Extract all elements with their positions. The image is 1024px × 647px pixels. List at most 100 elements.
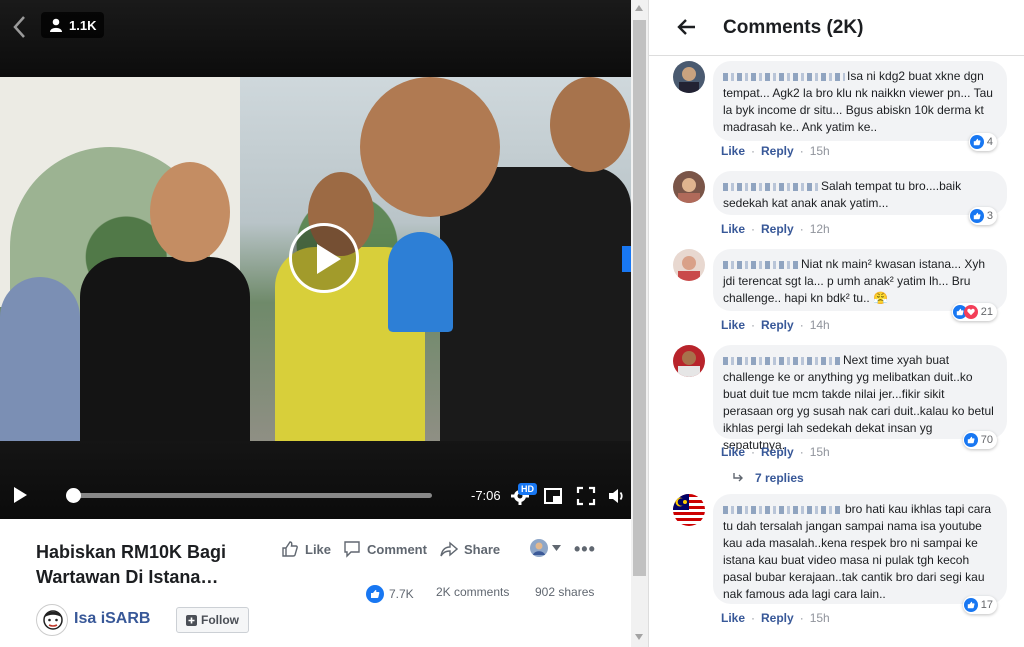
share-button[interactable]: Share [440,538,500,560]
video-person-left-head [150,162,230,262]
reaction-count: 70 [980,433,993,446]
scrollbar-thumb[interactable] [633,20,646,576]
comment-actions: Like · Reply · 15h [721,611,830,625]
comment-timestamp[interactable]: 15h [810,445,830,459]
video-person-right [440,167,631,441]
comments-header: Comments (2K) [649,0,1024,56]
comment-reactions[interactable]: 17 [962,596,997,614]
comment-like-link[interactable]: Like [721,222,745,236]
comment-timestamp[interactable]: 12h [810,222,830,236]
post-title: Habiskan RM10K Bagi Wartawan Di Istana… [36,542,227,587]
back-chevron-icon[interactable] [8,12,30,42]
comment-reply-link[interactable]: Reply [761,611,794,625]
video-person-left [80,257,250,441]
share-arrow-icon [440,541,458,557]
video-side-tab[interactable] [622,246,631,272]
hd-badge: HD [518,483,537,495]
progress-scrubber-handle[interactable] [66,488,81,503]
page-avatar[interactable] [36,604,68,636]
back-arrow-icon[interactable] [677,17,697,37]
progress-bar[interactable] [70,493,432,498]
comment-label: Comment [367,541,427,557]
follow-button[interactable]: Follow [176,607,249,633]
volume-icon[interactable] [607,486,627,506]
reaction-count: 4 [986,135,993,148]
live-viewer-count: 1.1K [41,12,105,38]
comment-timestamp[interactable]: 15h [810,611,830,625]
commenter-name-redacted[interactable] [723,72,845,81]
reaction-count[interactable]: 7.7K [366,585,414,603]
commenter-avatar[interactable] [673,345,705,377]
share-label: Share [464,541,501,557]
commenter-avatar[interactable] [673,249,705,281]
fullscreen-icon[interactable] [576,486,596,506]
reaction-count: 21 [980,305,993,318]
commenter-name-redacted[interactable] [723,182,819,191]
comment-like-link[interactable]: Like [721,318,745,332]
commenter-name-redacted[interactable] [723,260,799,269]
comment-bubble: Isa ni kdg2 buat xkne dgn tempat... Agk2… [713,61,1007,151]
like-reaction-icon [366,585,384,603]
comment-reactions[interactable]: 70 [962,431,997,449]
comment-text: Next time xyah buat challenge ke or anyt… [723,353,994,452]
play-overlay-button[interactable] [289,223,359,293]
comment-bubble: Niat nk main² kwasan istana... Xyh jdi t… [713,249,1007,321]
reaction-count: 17 [980,598,993,611]
commenter-avatar[interactable] [673,494,705,526]
video-person-right-head [360,77,500,217]
comment-timestamp[interactable]: 14h [810,318,830,332]
avatar-photo-icon [673,61,705,93]
avatar-photo-icon [673,249,705,281]
comment-reply-link[interactable]: Reply [761,445,794,459]
more-options-icon[interactable]: ••• [574,539,596,560]
page-logo-icon [43,610,63,630]
video-person-blue [388,232,453,332]
video-top-bar: 1.1K [0,0,631,77]
comments-panel: Comments (2K) Isa ni kdg2 buat xkne dgn … [648,0,1024,647]
commenter-avatar[interactable] [673,61,705,93]
comment-button[interactable]: Comment [343,538,427,560]
play-icon[interactable] [14,487,27,503]
picture-in-picture-icon[interactable] [543,486,563,506]
person-icon [50,18,62,32]
post-as-selector[interactable] [530,539,561,557]
like-button[interactable]: Like [281,538,331,560]
follow-label: Follow [201,613,239,627]
reaction-count-text: 7.7K [389,587,414,601]
replies-count: 7 replies [755,471,804,485]
commenter-avatar[interactable] [673,171,705,203]
comment-reply-link[interactable]: Reply [761,222,794,236]
like-reaction-icon [963,598,978,612]
love-reaction-icon [963,305,978,319]
comment-reactions[interactable]: 21 [951,303,997,321]
comment-like-link[interactable]: Like [721,144,745,158]
scroll-up-icon[interactable] [635,5,643,11]
comment-reactions[interactable]: 3 [968,207,997,225]
like-reaction-icon [963,433,978,447]
page-scrollbar[interactable] [631,0,648,647]
comment-bubble: Salah tempat tu bro....baik sedekah kat … [713,171,1007,225]
page-name-link[interactable]: Isa iSARB [74,610,150,628]
comment-actions: Like · Reply · 14h [721,318,830,332]
shares-count[interactable]: 902 shares [535,585,594,599]
view-replies-link[interactable]: 7 replies [733,471,804,485]
comment-bubble-icon [344,541,360,558]
comment-like-link[interactable]: Like [721,611,745,625]
reaction-count: 3 [986,209,993,222]
commenter-name-redacted[interactable] [723,505,843,514]
comment-timestamp[interactable]: 15h [810,144,830,158]
comment-like-link[interactable]: Like [721,445,745,459]
avatar-photo-icon [673,345,705,377]
comment-bubble: Next time xyah buat challenge ke or anyt… [713,345,1007,452]
comment-reply-link[interactable]: Reply [761,144,794,158]
video-player[interactable]: 1.1K -7:06 HD [0,0,631,519]
comment-reactions[interactable]: 4 [968,133,997,151]
comment-reply-link[interactable]: Reply [761,318,794,332]
comment-bubble: bro hati kau ikhlas tapi cara tu dah ter… [713,494,1007,614]
like-reaction-icon [969,209,984,223]
like-label: Like [305,541,332,557]
comments-count[interactable]: 2K comments [436,585,509,599]
scroll-down-icon[interactable] [635,634,643,640]
commenter-name-redacted[interactable] [723,356,841,365]
video-controls-bar [0,441,631,519]
